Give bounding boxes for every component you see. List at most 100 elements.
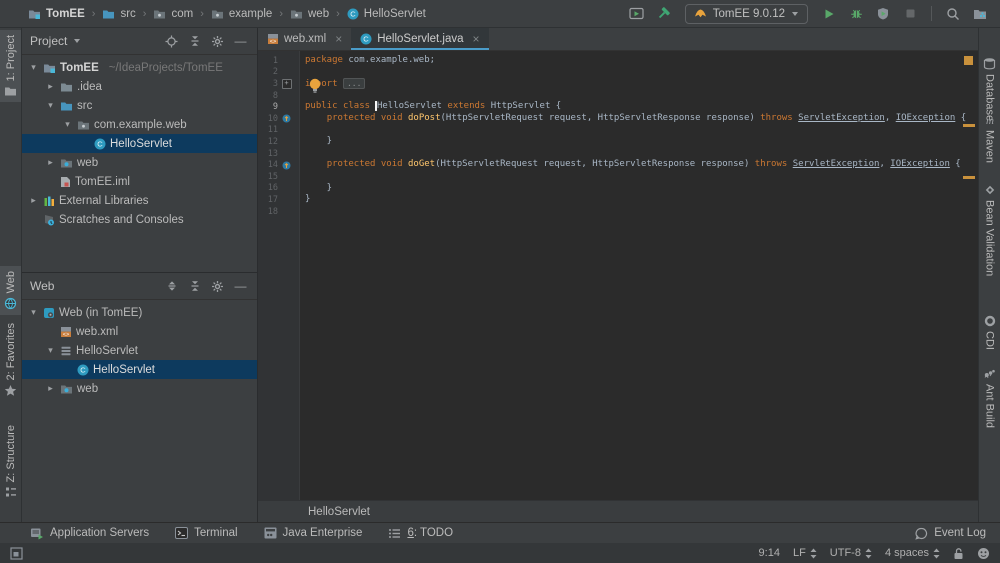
expand-arrow[interactable]: ▾ [28, 307, 39, 318]
breadcrumb-separator: › [143, 8, 147, 20]
event-log-button[interactable]: Event Log [915, 527, 986, 540]
tool-stripe-z-structure[interactable]: Z: Structure [0, 420, 21, 503]
search-everywhere-button[interactable] [941, 3, 965, 25]
expand-arrow[interactable]: ▾ [62, 119, 73, 130]
build-hammer-button[interactable] [652, 3, 676, 25]
scratches-icon [43, 214, 55, 226]
line-number: 1 [258, 56, 278, 66]
debug-button[interactable] [844, 3, 868, 25]
stop-button[interactable] [898, 3, 922, 25]
breadcrumb-item-web[interactable]: web [290, 8, 329, 20]
code-line: public class HelloServlet extends HttpSe… [305, 101, 978, 113]
editor-gutter: 123+89101112131415161718 [258, 51, 300, 500]
chevron-down-icon[interactable] [73, 38, 81, 44]
inspections-profile-icon[interactable] [977, 547, 990, 560]
tree-item-scratches-and-consoles[interactable]: Scratches and Consoles [22, 210, 257, 229]
breadcrumb-item-com[interactable]: com [153, 8, 193, 20]
tree-item-web[interactable]: ▸web [22, 153, 257, 172]
collapse-all-button[interactable] [186, 35, 203, 47]
override-method-icon[interactable] [282, 161, 291, 170]
intention-bulb-icon[interactable] [308, 78, 322, 95]
project-folder-icon [43, 62, 56, 74]
tool-stripe-web[interactable]: Web [0, 266, 21, 315]
tree-item-helloservlet[interactable]: CHelloServlet [22, 360, 257, 379]
tool-window-button-application-servers[interactable]: Application Servers [30, 527, 149, 540]
hide-panel-button[interactable]: — [232, 280, 249, 292]
expand-arrow[interactable]: ▾ [45, 345, 56, 356]
override-method-icon[interactable] [282, 114, 291, 123]
tool-window-button-java-enterprise[interactable]: Java Enterprise [264, 527, 363, 539]
expand-arrow[interactable]: ▸ [45, 383, 56, 394]
code-line: protected void doPost(HttpServletRequest… [305, 113, 978, 125]
editor-tab-helloservlet-java[interactable]: CHelloServlet.java× [351, 28, 488, 50]
collapse-all-button[interactable] [186, 280, 203, 292]
hide-panel-button[interactable]: — [232, 35, 249, 47]
breadcrumb-item-helloservlet[interactable]: CHelloServlet [347, 8, 426, 20]
libraries-icon [43, 195, 55, 207]
error-stripe-indicator[interactable] [964, 56, 973, 65]
expand-arrow[interactable]: ▸ [45, 157, 56, 168]
close-icon[interactable]: × [335, 33, 342, 45]
tool-stripe-1-project[interactable]: 1: Project [0, 30, 21, 102]
maven-tab-icon: m [984, 114, 996, 126]
tree-item-tomee-iml[interactable]: TomEE.iml [22, 172, 257, 191]
expand-all-button[interactable] [163, 280, 180, 292]
editor-tab-web-xml[interactable]: <>web.xml× [258, 28, 351, 50]
tree-item-tomee[interactable]: ▾TomEE~/IdeaProjects/TomEE [22, 58, 257, 77]
bean-validation-tab-icon [984, 184, 996, 196]
tool-window-button-terminal[interactable]: Terminal [175, 527, 237, 539]
expand-arrow[interactable]: ▾ [45, 100, 56, 111]
tool-window-button-todo[interactable]: 6: TODO [388, 527, 453, 539]
breadcrumb-item-src[interactable]: src [102, 8, 135, 20]
tree-item-web-xml[interactable]: <>web.xml [22, 322, 257, 341]
package-icon [290, 8, 303, 20]
locate-file-button[interactable] [163, 35, 180, 48]
line-number: 18 [258, 207, 278, 217]
settings-gear-button[interactable] [209, 35, 226, 48]
close-icon[interactable]: × [473, 33, 480, 45]
tree-item-web[interactable]: ▸web [22, 379, 257, 398]
breadcrumb-item-example[interactable]: example [211, 8, 272, 20]
tree-item-external-libraries[interactable]: ▸External Libraries [22, 191, 257, 210]
fold-expand-icon[interactable]: + [282, 79, 292, 89]
settings-gear-button[interactable] [209, 280, 226, 293]
folded-code[interactable]: ... [343, 78, 365, 89]
status-lf[interactable]: LF [793, 547, 817, 559]
warning-stripe-mark[interactable] [963, 176, 975, 179]
project-structure-button[interactable] [968, 3, 992, 25]
status-utf-8[interactable]: UTF-8 [830, 547, 872, 559]
expand-arrow[interactable]: ▾ [28, 62, 39, 73]
tree-item-helloservlet[interactable]: CHelloServlet [22, 134, 257, 153]
tool-stripe-ant-build[interactable]: Ant Build [979, 363, 1000, 432]
line-number: 15 [258, 172, 278, 182]
readonly-lock-icon[interactable] [953, 547, 964, 560]
breadcrumb-item-tomee[interactable]: TomEE [28, 8, 85, 20]
tool-stripe-bean-validation[interactable]: Bean Validation [979, 180, 1000, 280]
toolbar-separator [931, 6, 932, 21]
expand-arrow[interactable]: ▸ [45, 81, 56, 92]
breadcrumb-class[interactable]: HelloServlet [308, 506, 370, 518]
expand-arrow[interactable]: ▸ [28, 195, 39, 206]
code-editor[interactable]: 123+89101112131415161718 package com.exa… [258, 51, 978, 500]
tree-item-web-in-tomee[interactable]: ▾Web (in TomEE) [22, 303, 257, 322]
status-9-14[interactable]: 9:14 [759, 547, 780, 559]
code-line: protected void doGet(HttpServletRequest … [305, 159, 978, 171]
warning-stripe-mark[interactable] [963, 124, 975, 127]
tool-stripe-2-favorites[interactable]: 2: Favorites [0, 318, 21, 402]
line-number: 9 [258, 102, 278, 112]
status-4-spaces[interactable]: 4 spaces [885, 547, 940, 559]
tool-stripe-cdi[interactable]: CDI [979, 311, 1000, 354]
tool-window-buttons: Application Servers Terminal Java Enterpri… [30, 527, 453, 540]
line-number: 13 [258, 149, 278, 159]
run-config-select[interactable]: TomEE 9.0.12 [685, 4, 808, 24]
tree-item-idea[interactable]: ▸.idea [22, 77, 257, 96]
run-button[interactable] [817, 3, 841, 25]
tree-item-helloservlet[interactable]: ▾HelloServlet [22, 341, 257, 360]
run-tool-window-button[interactable] [625, 3, 649, 25]
line-number: 3 [258, 79, 278, 89]
tree-item-src[interactable]: ▾src [22, 96, 257, 115]
tree-item-com-example-web[interactable]: ▾com.example.web [22, 115, 257, 134]
tool-window-switcher-icon[interactable] [10, 547, 23, 560]
tool-stripe-maven[interactable]: mMaven [979, 110, 1000, 167]
run-with-coverage-button[interactable] [871, 3, 895, 25]
